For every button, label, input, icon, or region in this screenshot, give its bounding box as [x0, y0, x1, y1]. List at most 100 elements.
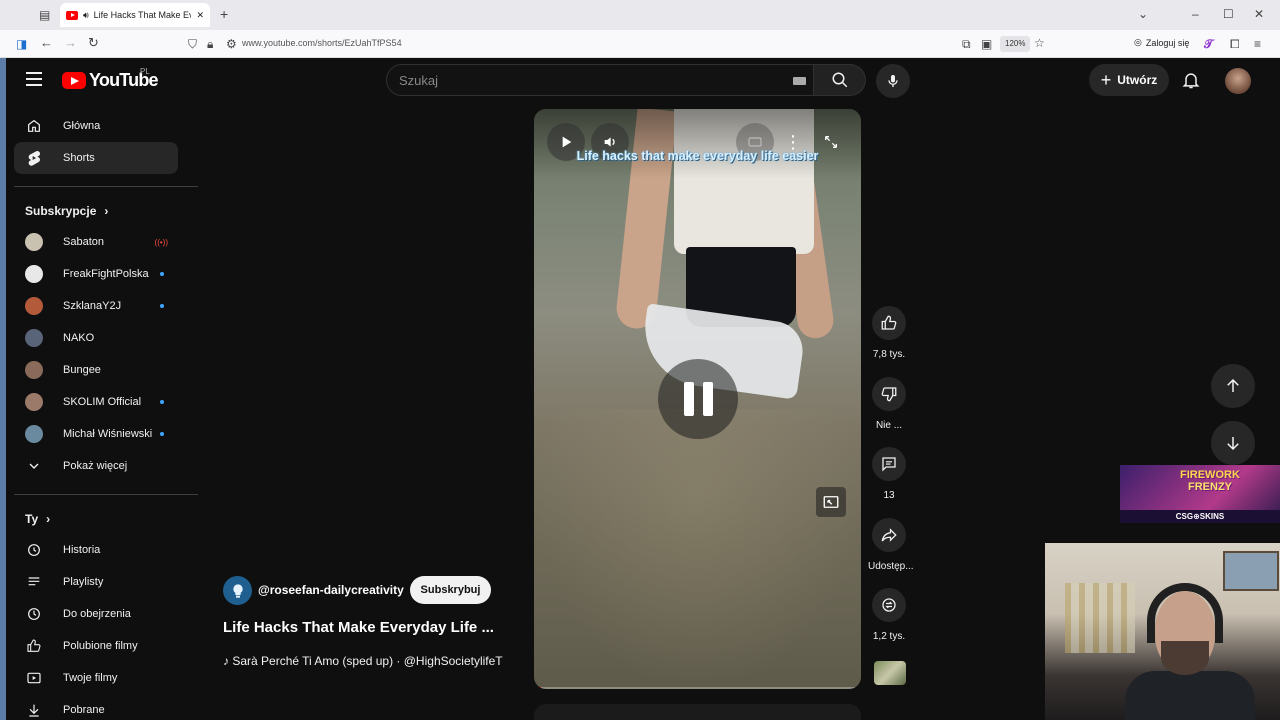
zoom-level[interactable]: 120% — [1000, 36, 1031, 52]
sidebar-item-liked-videos[interactable]: Polubione filmy — [14, 630, 178, 662]
sidebar-item-watch-later[interactable]: Do obejrzenia — [14, 598, 178, 630]
youtube-favicon-icon — [66, 10, 78, 20]
tab-list-chevron-icon[interactable]: ⌄ — [1138, 8, 1148, 20]
subscriptions-heading[interactable]: Subskrypcje › — [25, 204, 108, 218]
permissions-icon[interactable]: ⚙ — [226, 38, 237, 50]
search-icon — [832, 72, 847, 88]
download-icon — [29, 704, 39, 717]
sidebar-item-label: Pobrane — [63, 704, 105, 716]
you-heading[interactable]: Ty › — [25, 512, 50, 526]
login-button[interactable]: ◎ Zaloguj się — [1134, 37, 1189, 48]
comments-button[interactable] — [872, 447, 906, 481]
music-note-icon: ♪ — [223, 654, 233, 668]
audio-playing-icon[interactable]: 🔊︎ — [83, 10, 89, 21]
lock-icon[interactable]: 🔒︎ — [207, 38, 213, 50]
reader-view-icon[interactable]: ▣ — [981, 38, 992, 50]
webcam-person — [1161, 641, 1209, 675]
share-button[interactable] — [872, 518, 906, 552]
close-window-icon[interactable]: ✕ — [1254, 8, 1264, 20]
bookmark-star-icon[interactable]: ☆ — [1034, 37, 1045, 49]
search-button[interactable] — [814, 64, 866, 96]
keyboard-icon[interactable] — [793, 77, 806, 85]
search-box — [386, 64, 814, 96]
subscribe-button[interactable]: Subskrybuj — [410, 576, 491, 604]
sidebar-item-playlists[interactable]: Playlisty — [14, 566, 178, 598]
sidebar-item-bungee[interactable]: Bungee — [14, 354, 178, 386]
maximize-window-icon[interactable]: ☐ — [1223, 8, 1234, 20]
sidebar-toggle-icon[interactable]: ◨ — [16, 38, 27, 50]
fullscreen-icon — [825, 136, 837, 148]
thumb-up-icon — [27, 639, 41, 652]
pause-button[interactable] — [658, 359, 738, 439]
youtube-logo-icon — [62, 72, 86, 89]
previous-short-button[interactable] — [1211, 364, 1255, 408]
sidebar-item-label: Playlisty — [63, 576, 104, 588]
sidebar-item-your-videos[interactable]: Twoje filmy — [14, 662, 178, 694]
mini-player-button[interactable] — [816, 487, 846, 517]
channel-name: Sabaton — [63, 236, 104, 248]
sidebar-item-home[interactable]: Główna — [14, 110, 178, 142]
next-short-peek[interactable] — [534, 704, 861, 720]
short-title[interactable]: Life Hacks That Make Everyday Life ... — [223, 619, 494, 636]
remix-action[interactable]: 1,2 tys. — [868, 588, 910, 642]
close-tab-icon[interactable]: ✕ — [196, 10, 204, 21]
dislike-button[interactable] — [872, 377, 906, 411]
share-icon — [881, 528, 897, 542]
share-action[interactable]: Udostęp... — [868, 518, 914, 572]
tab-overview-icon[interactable]: ▤ — [39, 9, 50, 21]
sidebar-item-history[interactable]: Historia — [14, 534, 178, 566]
like-action[interactable]: 7,8 tys. — [868, 306, 910, 360]
sidebar-item-label: Do obejrzenia — [63, 608, 131, 620]
pip-icon[interactable]: ⧉ — [962, 38, 971, 50]
channel-name-link[interactable]: @roseefan-dailycreativity — [258, 583, 404, 597]
shorts-video-player[interactable]: ⋮ Life hacks that make everyday life eas… — [534, 109, 861, 689]
volume-icon — [604, 137, 615, 147]
sidebar-item-downloads[interactable]: Pobrane — [14, 694, 178, 720]
new-tab-icon[interactable]: + — [220, 7, 228, 21]
video-frame — [534, 409, 861, 689]
home-icon — [28, 119, 40, 132]
menu-icon[interactable] — [26, 72, 42, 86]
sidebar-item-freakfightpolska[interactable]: FreakFightPolska — [14, 258, 178, 290]
sidebar-item-skolim-official[interactable]: SKOLIM Official — [14, 386, 178, 418]
sidebar-item-shorts[interactable]: Shorts — [14, 142, 178, 174]
browser-tab[interactable]: 🔊︎ Life Hacks That Make Every ✕ — [60, 3, 210, 27]
sidebar-item-michal-wisniewski[interactable]: Michał Wiśniewski — [14, 418, 178, 450]
notifications-bell-icon[interactable] — [1181, 70, 1201, 90]
video-progress-bar[interactable] — [534, 687, 861, 689]
create-button[interactable]: + Utwórz — [1089, 64, 1169, 96]
remix-icon — [882, 598, 896, 612]
reload-icon[interactable]: ↻ — [88, 36, 99, 49]
sidebar-item-sabaton[interactable]: Sabaton ((•)) — [14, 226, 178, 258]
dislike-action[interactable]: Nie ... — [868, 377, 910, 431]
pause-icon — [702, 382, 713, 416]
shield-icon[interactable]: ⛉ — [188, 38, 197, 50]
extensions-puzzle-icon[interactable]: ⧠ — [1230, 38, 1240, 50]
forward-icon[interactable]: → — [64, 36, 77, 49]
ad-text-line2: FRENZY — [1188, 481, 1232, 493]
back-icon[interactable]: ← — [40, 36, 53, 49]
music-text: Sarà Perché Ti Amo (sped up) · @HighSoci… — [232, 654, 503, 668]
channel-name: SzklanaY2J — [63, 300, 122, 312]
comments-action[interactable]: 13 — [868, 447, 910, 501]
remix-button[interactable] — [872, 588, 906, 622]
sidebar-item-nako[interactable]: NAKO — [14, 322, 178, 354]
sound-thumbnail[interactable] — [874, 661, 906, 685]
music-attribution[interactable]: ♪ Sarà Perché Ti Amo (sped up) · @HighSo… — [223, 654, 503, 668]
channel-name: FreakFightPolska — [63, 268, 149, 280]
show-more-button[interactable]: Pokaż więcej — [14, 450, 178, 482]
channel-avatar — [25, 329, 43, 347]
voice-search-button[interactable] — [876, 64, 910, 98]
tab-title: Life Hacks That Make Every — [93, 10, 192, 20]
sidebar-item-label: Twoje filmy — [63, 672, 118, 684]
next-short-button[interactable] — [1211, 421, 1255, 465]
like-button[interactable] — [872, 306, 906, 340]
extension-icon[interactable]: 𝒯 — [1204, 38, 1213, 50]
address-bar[interactable]: www.youtube.com/shorts/EzUahTfPS54 — [242, 38, 402, 48]
search-input[interactable] — [399, 65, 779, 95]
sidebar-item-szklanay2j[interactable]: SzklanaY2J — [14, 290, 178, 322]
account-avatar[interactable] — [1225, 68, 1251, 94]
browser-menu-icon[interactable]: ≡ — [1254, 38, 1261, 50]
minimize-window-icon[interactable]: – — [1192, 8, 1199, 20]
channel-avatar[interactable] — [223, 576, 252, 605]
